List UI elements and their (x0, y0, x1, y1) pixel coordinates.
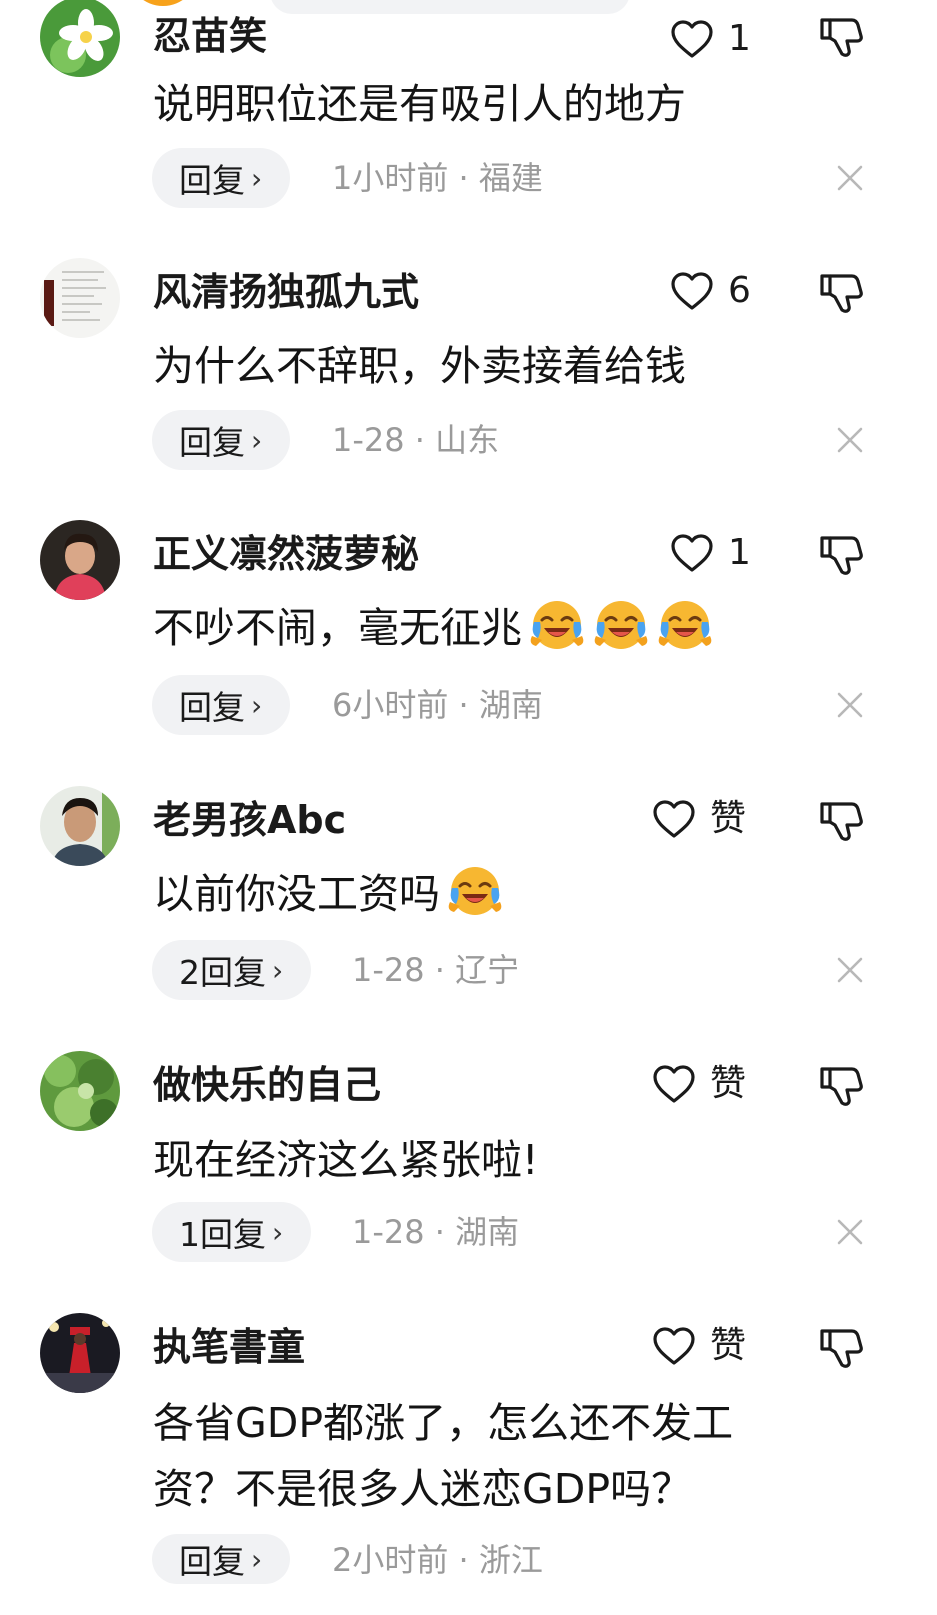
comment-text: 各省GDP都涨了，怎么还不发工资？不是很多人迷恋GDP吗？ (153, 1399, 734, 1513)
chevron-right-icon: › (251, 161, 263, 195)
comment-text: 说明职位还是有吸引人的地方 (153, 80, 686, 128)
laughing-crying-emoji (592, 598, 650, 652)
chevron-right-icon: › (251, 1542, 263, 1576)
close-icon[interactable] (836, 164, 864, 192)
reply-button[interactable]: 1回复 › (152, 1202, 312, 1262)
username[interactable]: 执笔書童 (153, 1325, 305, 1369)
comment-meta: 6小时前 · 湖南 (332, 686, 543, 724)
username[interactable]: 风清扬独孤九式 (153, 270, 419, 314)
thumbs-down-icon[interactable] (818, 270, 864, 314)
heart-outline-icon (670, 271, 714, 311)
thumbs-down-icon[interactable] (818, 532, 864, 576)
close-icon[interactable] (836, 691, 864, 719)
avatar[interactable] (40, 258, 120, 338)
laughing-crying-emoji (528, 598, 586, 652)
comment-meta: 1-28 · 湖南 (352, 1213, 520, 1251)
comment-text: 不吵不闹，毫无征兆 (153, 598, 813, 658)
close-icon[interactable] (836, 1218, 864, 1246)
reply-button[interactable]: 2回复 › (152, 940, 312, 1000)
reply-button[interactable]: 回复 › (152, 410, 291, 470)
like-count: 1 (728, 18, 751, 59)
thumbs-down-icon[interactable] (818, 1325, 864, 1369)
username[interactable]: 老男孩Abc (153, 798, 346, 842)
comment-text: 以前你没工资吗 (153, 864, 813, 924)
avatar[interactable] (40, 1313, 120, 1393)
comment-meta: 1小时前 · 福建 (332, 159, 543, 197)
laughing-crying-emoji (656, 598, 714, 652)
chevron-right-icon: › (272, 1215, 284, 1249)
reply-label: 回复 (179, 423, 245, 462)
like-button[interactable]: 赞 (652, 1323, 746, 1369)
comment-text-body: 不吵不闹，毫无征兆 (153, 604, 522, 652)
comment-text-body: 以前你没工资吗 (153, 870, 440, 918)
username[interactable]: 正义凛然菠萝秘 (153, 532, 419, 576)
comment-meta: 2小时前 · 浙江 (332, 1541, 543, 1579)
thumbs-down-icon[interactable] (818, 798, 864, 842)
like-count: 赞 (710, 1063, 747, 1104)
comment-text: 为什么不辞职，外卖接着给钱 (153, 342, 686, 390)
reply-label: 1回复 (179, 1215, 266, 1254)
avatar[interactable] (40, 786, 120, 866)
username[interactable]: 做快乐的自己 (153, 1063, 381, 1107)
heart-outline-icon (652, 799, 696, 839)
close-icon[interactable] (836, 956, 864, 984)
heart-outline-icon (670, 19, 714, 59)
close-icon[interactable] (836, 426, 864, 454)
heart-outline-icon (652, 1326, 696, 1366)
like-button[interactable]: 6 (670, 268, 751, 314)
thumbs-down-icon[interactable] (818, 1063, 864, 1107)
like-count: 1 (728, 532, 751, 573)
username[interactable]: 忍苗笑 (153, 14, 267, 58)
reply-button[interactable]: 回复 › (152, 675, 291, 735)
chevron-right-icon: › (272, 953, 284, 987)
laughing-crying-emoji (446, 864, 504, 918)
chevron-right-icon: › (251, 423, 263, 457)
like-count: 赞 (710, 1325, 747, 1366)
like-button[interactable]: 赞 (652, 796, 746, 842)
avatar[interactable] (40, 1051, 120, 1131)
reply-label: 回复 (179, 161, 245, 200)
avatar[interactable] (40, 520, 120, 600)
like-button[interactable]: 1 (670, 16, 751, 62)
heart-outline-icon (652, 1064, 696, 1104)
reply-label: 回复 (179, 1542, 245, 1581)
heart-outline-icon (670, 533, 714, 573)
comment-text: 现在经济这么紧张啦! (153, 1136, 539, 1184)
comment-meta: 1-28 · 山东 (332, 421, 500, 459)
header-badge (128, 0, 198, 6)
reply-button[interactable]: 回复 › (152, 1534, 291, 1584)
header-search-bar[interactable] (270, 0, 630, 14)
like-button[interactable]: 1 (670, 530, 751, 576)
avatar[interactable] (40, 0, 120, 77)
like-button[interactable]: 赞 (652, 1061, 746, 1107)
like-count: 6 (728, 270, 751, 311)
comment-meta: 1-28 · 辽宁 (352, 951, 520, 989)
chevron-right-icon: › (251, 688, 263, 722)
reply-label: 2回复 (179, 953, 266, 992)
like-count: 赞 (710, 798, 747, 839)
reply-button[interactable]: 回复 › (152, 148, 291, 208)
thumbs-down-icon[interactable] (818, 14, 864, 58)
reply-label: 回复 (179, 688, 245, 727)
